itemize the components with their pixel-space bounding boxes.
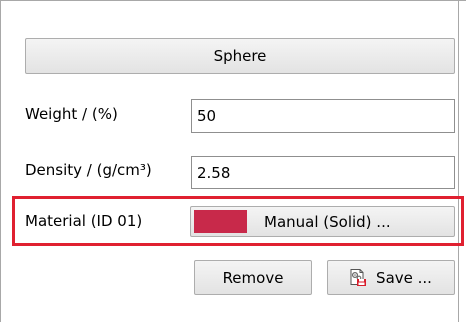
density-input-value: 2.58	[197, 163, 231, 182]
density-input[interactable]: 2.58	[191, 156, 455, 189]
save-button-label: Save ...	[376, 268, 432, 287]
material-color-swatch	[194, 210, 247, 233]
save-button[interactable]: Save ...	[327, 260, 455, 295]
weight-label: Weight / (%)	[25, 105, 118, 123]
remove-button[interactable]: Remove	[194, 260, 312, 295]
save-settings-icon	[350, 269, 367, 286]
material-panel: Sphere Weight / (%) 50 Density / (g/cm³)…	[0, 0, 466, 322]
weight-input-value: 50	[197, 107, 217, 125]
sphere-shape-button-label: Sphere	[213, 47, 267, 65]
density-label: Density / (g/cm³)	[25, 161, 152, 179]
weight-input[interactable]: 50	[191, 99, 455, 133]
remove-button-label: Remove	[222, 268, 284, 287]
sphere-shape-button[interactable]: Sphere	[25, 38, 455, 74]
material-select-button-label: Manual (Solid) ...	[264, 213, 391, 231]
material-select-button[interactable]: Manual (Solid) ...	[190, 206, 455, 237]
panel-border	[458, 1, 459, 322]
material-label: Material (ID 01)	[25, 212, 143, 230]
